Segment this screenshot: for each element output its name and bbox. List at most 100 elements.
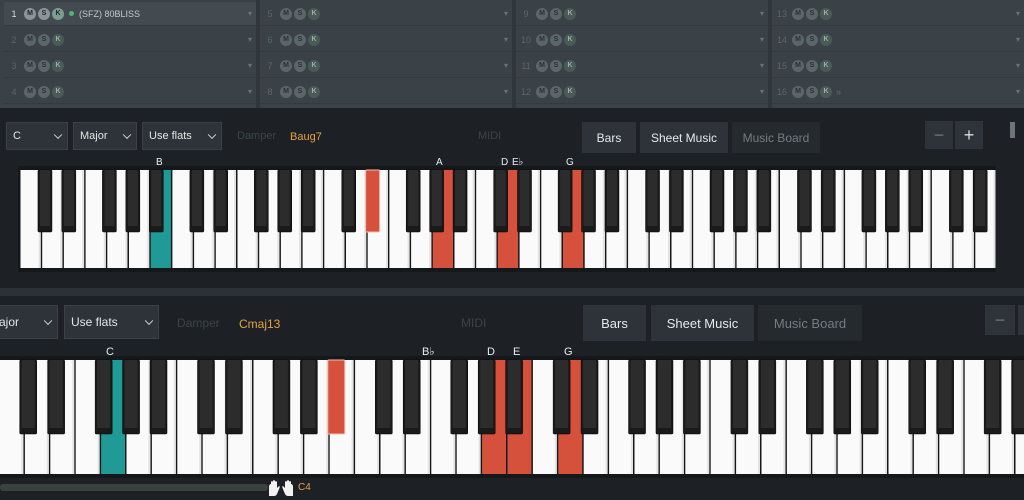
dropdown-arrow-icon[interactable]: ▾ [1012, 87, 1024, 96]
solo-button[interactable]: S [294, 59, 306, 72]
key-button[interactable]: K [52, 59, 64, 72]
dropdown-arrow-icon[interactable]: ▾ [1012, 61, 1024, 70]
dropdown-arrow-icon[interactable]: ▾ [500, 35, 512, 44]
mute-button[interactable]: M [792, 59, 804, 72]
key-highlight [835, 360, 849, 428]
track-name[interactable]: » [834, 87, 1012, 97]
track-row[interactable]: 8 M S K ▾ [260, 80, 512, 104]
mute-button[interactable]: M [280, 59, 292, 72]
dropdown-arrow-icon[interactable]: ▾ [500, 9, 512, 18]
note-label: G [564, 346, 573, 358]
track-row[interactable]: 16 M S K» ▾ [772, 80, 1024, 104]
black-key[interactable] [365, 169, 381, 233]
dropdown-arrow-icon[interactable]: ▾ [756, 87, 768, 96]
solo-button[interactable]: S [550, 59, 562, 72]
dropdown-arrow-icon[interactable]: ▾ [500, 61, 512, 70]
white-key[interactable] [324, 170, 345, 268]
key-button[interactable]: K [564, 85, 576, 98]
track-row[interactable]: 12 M S K ▾ [516, 80, 768, 104]
dropdown-arrow-icon[interactable]: ▾ [244, 87, 256, 96]
track-row[interactable]: 9 M S K ▾ [516, 2, 768, 26]
key-shade [624, 170, 627, 268]
dropdown-arrow-icon[interactable]: ▾ [1012, 35, 1024, 44]
dropdown-arrow-icon[interactable]: ▾ [1012, 9, 1024, 18]
solo-button[interactable]: S [806, 7, 818, 20]
mute-button[interactable]: M [536, 7, 548, 20]
key-button[interactable]: K [564, 59, 576, 72]
mute-button[interactable]: M [280, 85, 292, 98]
track-number: 5 [267, 8, 273, 19]
track-row[interactable]: 7 M S K ▾ [260, 54, 512, 78]
key-button[interactable]: K [820, 59, 832, 72]
piano-keyboard-bottom[interactable]: C B♭ D E G [0, 296, 1024, 500]
key-shade [320, 170, 323, 268]
key-button[interactable]: K [564, 7, 576, 20]
track-row[interactable]: 10 M S K ▾ [516, 28, 768, 52]
key-button[interactable]: K [52, 7, 64, 20]
solo-button[interactable]: S [38, 7, 50, 20]
dropdown-arrow-icon[interactable]: ▾ [500, 87, 512, 96]
key-button[interactable]: K [308, 7, 320, 20]
solo-button[interactable]: S [550, 7, 562, 20]
solo-button[interactable]: S [294, 7, 306, 20]
dropdown-arrow-icon[interactable]: ▾ [756, 61, 768, 70]
mute-button[interactable]: M [792, 7, 804, 20]
solo-button[interactable]: S [550, 85, 562, 98]
mute-button[interactable]: M [24, 33, 36, 46]
mute-button[interactable]: M [792, 33, 804, 46]
mute-button[interactable]: M [792, 85, 804, 98]
solo-button[interactable]: S [294, 85, 306, 98]
solo-button[interactable]: S [294, 33, 306, 46]
white-key[interactable] [476, 170, 497, 268]
white-key[interactable] [780, 170, 801, 268]
dropdown-arrow-icon[interactable]: ▾ [244, 61, 256, 70]
dropdown-arrow-icon[interactable]: ▾ [756, 35, 768, 44]
mute-button[interactable]: M [536, 33, 548, 46]
track-row[interactable]: 14 M S K ▾ [772, 28, 1024, 52]
hands-icon[interactable] [266, 479, 296, 497]
mute-button[interactable]: M [24, 7, 36, 20]
mute-button[interactable]: M [280, 7, 292, 20]
track-row[interactable]: 3 M S K ▾ [4, 54, 256, 78]
key-button[interactable]: K [308, 59, 320, 72]
white-key[interactable] [931, 170, 953, 268]
mute-button[interactable]: M [536, 59, 548, 72]
track-row[interactable]: 13 M S K ▾ [772, 2, 1024, 26]
solo-button[interactable]: S [806, 59, 818, 72]
octave-scrollbar[interactable] [0, 484, 268, 491]
key-button[interactable]: K [308, 33, 320, 46]
key-button[interactable]: K [52, 85, 64, 98]
white-key[interactable] [172, 170, 193, 268]
track-row[interactable]: 5 M S K ▾ [260, 2, 512, 26]
key-button[interactable]: K [820, 7, 832, 20]
track-row[interactable]: 6 M S K ▾ [260, 28, 512, 52]
white-key[interactable] [628, 170, 649, 268]
white-key[interactable] [20, 170, 41, 268]
solo-button[interactable]: S [38, 33, 50, 46]
dropdown-arrow-icon[interactable]: ▾ [756, 9, 768, 18]
mute-button[interactable]: M [536, 85, 548, 98]
track-row[interactable]: 11 M S K ▾ [516, 54, 768, 78]
track-row[interactable]: 2 M S K ▾ [4, 28, 256, 52]
key-button[interactable]: K [308, 85, 320, 98]
key-button[interactable]: K [52, 33, 64, 46]
solo-button[interactable]: S [806, 85, 818, 98]
mute-button[interactable]: M [280, 33, 292, 46]
track-row[interactable]: 1 M S K (SFZ) 80BLISS ▾ [4, 2, 256, 26]
solo-button[interactable]: S [806, 33, 818, 46]
dropdown-arrow-icon[interactable]: ▾ [244, 35, 256, 44]
track-row[interactable]: 15 M S K ▾ [772, 54, 1024, 78]
solo-button[interactable]: S [38, 59, 50, 72]
mute-button[interactable]: M [24, 85, 36, 98]
dropdown-arrow-icon[interactable]: ▾ [244, 9, 256, 18]
track-name[interactable]: (SFZ) 80BLISS [77, 9, 244, 19]
key-button[interactable]: K [564, 33, 576, 46]
track-row[interactable]: 4 M S K ▾ [4, 80, 256, 104]
mute-button[interactable]: M [24, 59, 36, 72]
solo-button[interactable]: S [550, 33, 562, 46]
black-key[interactable] [327, 359, 346, 435]
key-button[interactable]: K [820, 85, 832, 98]
piano-keyboard-top[interactable]: B A D E♭ G [0, 108, 1024, 288]
key-button[interactable]: K [820, 33, 832, 46]
solo-button[interactable]: S [38, 85, 50, 98]
